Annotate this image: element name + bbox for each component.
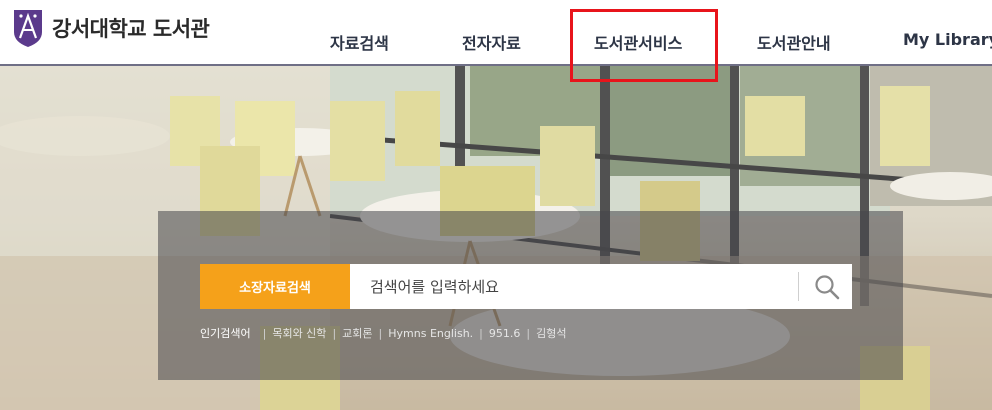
site-header: 강서대학교 도서관 자료검색 전자자료 도서관서비스 도서관안내 My Libr… [0,0,992,66]
separator: | [332,326,337,340]
nav-item-my-library[interactable]: My Library [903,30,992,49]
popular-keywords-label: 인기검색어 [200,327,251,340]
separator: | [262,326,267,340]
nav-item-search[interactable]: 자료검색 [330,30,389,54]
search-divider [798,272,799,301]
search-box [350,264,852,309]
separator: | [378,326,383,340]
separator: | [526,326,531,340]
holdings-search-tab[interactable]: 소장자료검색 [200,264,350,309]
popular-keyword[interactable]: 목회와 신학 [272,325,326,341]
nav-item-library-services[interactable]: 도서관서비스 [594,30,682,54]
nav-item-library-info[interactable]: 도서관안내 [757,30,831,54]
search-button[interactable] [802,264,852,309]
popular-keyword[interactable]: 951.6 [489,327,521,340]
separator: | [479,326,483,340]
popular-keywords: 인기검색어 | 목회와 신학 | 교회론 | Hymns English. | … [200,325,566,341]
popular-keyword[interactable]: Hymns English. [388,327,473,340]
search-icon [815,274,840,299]
search-input[interactable] [350,264,790,309]
popular-keyword[interactable]: 김형석 [536,325,566,341]
popular-keyword[interactable]: 교회론 [342,325,372,341]
search-panel: 소장자료검색 인기검색어 | 목회와 신학 | 교회론 | Hymns Engl… [158,211,903,380]
nav-item-e-resources[interactable]: 전자자료 [462,30,521,54]
main-nav: 자료검색 전자자료 도서관서비스 도서관안내 My Library [0,30,992,54]
